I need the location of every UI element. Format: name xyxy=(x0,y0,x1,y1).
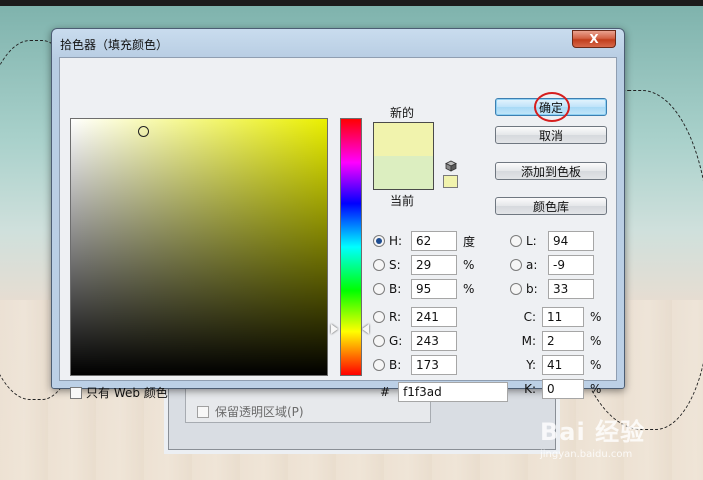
red-radio[interactable] xyxy=(373,311,385,323)
brightness-radio[interactable] xyxy=(373,283,385,295)
cmyk-unit: % xyxy=(590,382,602,396)
cmyk-label: K: xyxy=(524,382,536,396)
color-field-cursor[interactable] xyxy=(138,126,149,137)
green-radio[interactable] xyxy=(373,335,385,347)
saturation-input[interactable]: 29 xyxy=(411,255,457,275)
blue-input[interactable]: 173 xyxy=(411,355,457,375)
cancel-button[interactable]: 取消 xyxy=(495,126,607,144)
color-field[interactable] xyxy=(70,118,328,376)
new-color-label: 新的 xyxy=(390,106,415,120)
cyan-input[interactable]: 11 xyxy=(542,307,584,327)
lab-l-radio[interactable] xyxy=(510,235,522,247)
hsb-row-h: H: 62 度 xyxy=(373,231,475,251)
cmyk-label: Y: xyxy=(526,358,536,372)
add-to-swatches-button[interactable]: 添加到色板 xyxy=(495,162,607,180)
hsb-label: B: xyxy=(389,282,402,296)
highlight-circle xyxy=(534,92,570,122)
hex-row: # f1f3ad xyxy=(380,382,509,402)
hsb-unit: % xyxy=(463,258,475,272)
color-preview xyxy=(373,122,434,190)
hue-slider[interactable] xyxy=(340,118,362,376)
hsb-label: H: xyxy=(389,234,403,248)
red-input[interactable]: 241 xyxy=(411,307,457,327)
lab-label: L: xyxy=(526,234,537,248)
saturation-radio[interactable] xyxy=(373,259,385,271)
cmyk-row-y: Y: 41 % xyxy=(516,355,601,375)
current-color-label: 当前 xyxy=(390,194,415,208)
web-colors-only-label: 只有 Web 颜色 xyxy=(86,386,168,400)
dialog-client: 新的 当前 确定 取消 添加到色板 颜色库 H: 62 度 S: 29 % B:… xyxy=(59,57,617,402)
hue-radio[interactable] xyxy=(373,235,385,247)
watermark-main: Bai 经验 xyxy=(540,418,646,446)
hsb-unit: 度 xyxy=(463,234,476,249)
yellow-input[interactable]: 41 xyxy=(542,355,584,375)
black-input[interactable]: 0 xyxy=(542,379,584,399)
lab-row-l: L: 94 xyxy=(510,231,594,251)
title-bar: 拾色器（填充颜色） X xyxy=(52,29,624,57)
brightness-input[interactable]: 95 xyxy=(411,279,457,299)
rgb-row-b: B: 173 xyxy=(373,355,457,375)
hex-prefix: # xyxy=(380,385,391,399)
web-colors-only-checkbox[interactable]: 只有 Web 颜色 xyxy=(70,384,168,401)
watermark-sub: jingyan.baidu.com xyxy=(540,449,633,460)
lab-label: a: xyxy=(526,258,538,272)
cmyk-label: C: xyxy=(523,310,536,324)
web-colors-only-box[interactable] xyxy=(70,386,82,399)
close-button[interactable]: X xyxy=(572,30,616,48)
magenta-input[interactable]: 2 xyxy=(542,331,584,351)
dialog-title: 拾色器（填充颜色） xyxy=(60,38,169,52)
cmyk-label: M: xyxy=(521,334,536,348)
new-color-swatch xyxy=(374,123,433,156)
lab-label: b: xyxy=(526,282,538,296)
hsb-unit: % xyxy=(463,282,475,296)
cmyk-row-m: M: 2 % xyxy=(516,331,601,351)
checkbox-box xyxy=(197,405,209,418)
hsb-row-b: B: 95 % xyxy=(373,279,474,299)
rgb-label: B: xyxy=(389,358,402,372)
preserve-transparency-checkbox: 保留透明区域(P) xyxy=(197,403,304,420)
lab-l-input[interactable]: 94 xyxy=(548,231,594,251)
cmyk-unit: % xyxy=(590,358,602,372)
rgb-label: R: xyxy=(389,310,402,324)
lab-b-radio[interactable] xyxy=(510,283,522,295)
cmyk-unit: % xyxy=(590,334,602,348)
lab-b-input[interactable]: 33 xyxy=(548,279,594,299)
baidu-watermark: Bai 经验 jingyan.baidu.com xyxy=(540,412,645,460)
hue-slider-left-arrow[interactable] xyxy=(331,324,338,334)
hsb-row-s: S: 29 % xyxy=(373,255,474,275)
lab-row-b: b: 33 xyxy=(510,279,594,299)
current-color-swatch[interactable] xyxy=(374,156,433,189)
lab-a-radio[interactable] xyxy=(510,259,522,271)
preserve-transparency-label: 保留透明区域(P) xyxy=(215,405,304,419)
rgb-row-r: R: 241 xyxy=(373,307,457,327)
lab-a-input[interactable]: -9 xyxy=(548,255,594,275)
web-safe-cube-icon[interactable] xyxy=(445,160,457,172)
hue-input[interactable]: 62 xyxy=(411,231,457,251)
hue-slider-right-arrow[interactable] xyxy=(362,324,369,334)
hex-input[interactable]: f1f3ad xyxy=(398,382,509,402)
green-input[interactable]: 243 xyxy=(411,331,457,351)
color-picker-dialog: 拾色器（填充颜色） X 新的 当前 确定 取消 添加到色板 颜色库 H: 62 xyxy=(51,28,625,402)
rgb-row-g: G: 243 xyxy=(373,331,457,351)
cmyk-row-c: C: 11 % xyxy=(516,307,601,327)
lab-row-a: a: -9 xyxy=(510,255,594,275)
rgb-label: G: xyxy=(389,334,403,348)
web-safe-color-swatch[interactable] xyxy=(443,175,458,188)
blue-radio[interactable] xyxy=(373,359,385,371)
color-libraries-button[interactable]: 颜色库 xyxy=(495,197,607,215)
cmyk-row-k: K: 0 % xyxy=(516,379,601,399)
cmyk-unit: % xyxy=(590,310,602,324)
hsb-label: S: xyxy=(389,258,401,272)
